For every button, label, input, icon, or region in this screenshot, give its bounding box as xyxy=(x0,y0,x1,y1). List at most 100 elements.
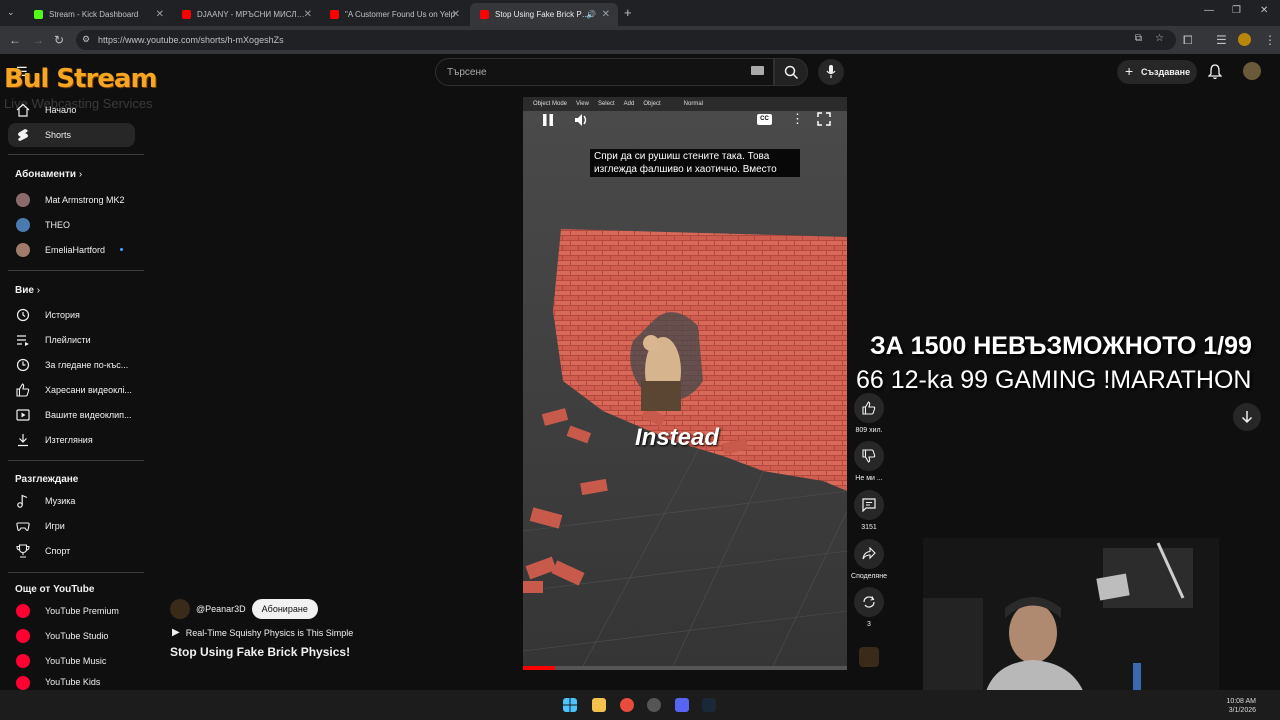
close-window-icon[interactable]: ✕ xyxy=(1260,5,1268,16)
tab-search-icon[interactable]: ⌄ xyxy=(7,7,15,18)
sidebar-item-label: Игри xyxy=(45,521,65,531)
tab-brick-physics[interactable]: Stop Using Fake Brick Physi 🔊 ✕ xyxy=(470,3,618,26)
extensions-icon[interactable]: ⧠ xyxy=(1183,33,1193,48)
discord-icon[interactable] xyxy=(675,698,689,712)
youtube-kids-icon xyxy=(16,676,30,690)
file-explorer-icon[interactable] xyxy=(592,698,606,712)
comments-button[interactable]: 3151 xyxy=(850,490,888,531)
sidebar-item-playlists[interactable]: Плейлисти xyxy=(8,328,135,352)
subscriptions-heading[interactable]: Абонаменти › xyxy=(15,169,82,180)
you-heading[interactable]: Вие › xyxy=(15,285,40,296)
tab-close-icon[interactable]: ✕ xyxy=(452,9,460,20)
tab-label: Stream - Kick Dashboard xyxy=(49,10,139,19)
new-tab-button[interactable]: + xyxy=(624,5,632,20)
notifications-icon[interactable] xyxy=(1208,64,1222,80)
music-icon xyxy=(17,494,28,508)
sidebar-item-youtube-premium[interactable]: YouTube Premium xyxy=(8,599,135,623)
video-overlay-text: Instead xyxy=(635,424,720,451)
sidebar-item-watch-later[interactable]: За гледане по-къс... xyxy=(8,353,135,377)
brick-wall-scene xyxy=(523,111,847,666)
sidebar-item-history[interactable]: История xyxy=(8,303,135,327)
tab-yelp[interactable]: "A Customer Found Us on Yelp ✕ xyxy=(320,3,468,26)
player-more-icon[interactable]: ⋮ xyxy=(791,111,804,127)
maximize-icon[interactable]: ❐ xyxy=(1232,5,1241,16)
search-button[interactable] xyxy=(774,58,808,86)
pause-button[interactable] xyxy=(539,111,557,129)
sidebar-item-liked-videos[interactable]: Харесани видеоклі... xyxy=(8,378,135,402)
sound-thumbnail[interactable] xyxy=(859,647,879,667)
music-row[interactable]: ▶ Real-Time Squishy Physics is This Simp… xyxy=(172,627,353,638)
search-input[interactable]: Търсене xyxy=(435,58,774,86)
channel-avatar xyxy=(16,193,30,207)
tab-kick-dashboard[interactable]: Stream - Kick Dashboard ✕ xyxy=(24,3,172,26)
captions-icon[interactable]: CC xyxy=(757,114,772,125)
search-icon xyxy=(784,65,799,80)
sidebar-item-youtube-music[interactable]: YouTube Music xyxy=(8,649,135,673)
more-menu-icon[interactable]: ⋮ xyxy=(1264,33,1276,47)
subscribe-button[interactable]: Абониране xyxy=(251,599,318,619)
video-progress-fill xyxy=(523,666,556,670)
tab-close-icon[interactable]: ✕ xyxy=(304,9,312,20)
comment-icon xyxy=(862,498,876,512)
keyboard-icon[interactable] xyxy=(751,66,764,75)
reload-icon[interactable]: ↻ xyxy=(54,33,64,47)
volume-button[interactable] xyxy=(573,111,591,129)
sidebar-item-shorts[interactable]: Shorts xyxy=(8,123,135,147)
site-info-icon[interactable]: ⚙ xyxy=(82,34,90,45)
thumbs-down-icon xyxy=(862,449,876,463)
sidebar-item-subscription[interactable]: EmeliaHartford xyxy=(8,238,135,262)
audio-playing-icon[interactable]: 🔊 xyxy=(586,10,596,19)
voice-search-button[interactable] xyxy=(818,59,844,85)
profile-avatar[interactable] xyxy=(1238,33,1251,46)
sidebar-item-home[interactable]: Начало xyxy=(8,98,135,122)
dislike-button-circle xyxy=(854,441,884,471)
blender-menu-item: Add xyxy=(623,101,635,107)
stream-overlay-line2: 66 12-ka 99 GAMING !MARATHON xyxy=(856,366,1252,394)
like-button[interactable]: 809 хил. xyxy=(850,393,888,434)
next-short-button[interactable] xyxy=(1233,403,1261,431)
cast-icon[interactable]: ⧉ xyxy=(1135,33,1142,44)
account-avatar[interactable] xyxy=(1243,62,1261,80)
explore-heading: Разглеждане xyxy=(15,474,79,485)
sidebar-item-youtube-studio[interactable]: YouTube Studio xyxy=(8,624,135,648)
dislike-button[interactable]: Не ми ... xyxy=(850,441,888,482)
thumbs-up-icon xyxy=(862,401,876,415)
fullscreen-icon[interactable] xyxy=(817,112,831,126)
tab-strip-icon[interactable]: ☰ xyxy=(1216,33,1227,47)
obs-icon[interactable] xyxy=(647,698,661,712)
share-button[interactable]: Споделяне xyxy=(850,539,888,580)
tab-close-icon[interactable]: ✕ xyxy=(156,9,164,20)
sidebar-item-your-videos[interactable]: Вашите видеоклип... xyxy=(8,403,135,427)
sidebar-item-youtube-kids[interactable]: YouTube Kids xyxy=(8,674,135,690)
sidebar-item-games[interactable]: Игри xyxy=(8,514,135,538)
windows-start-icon[interactable] xyxy=(563,698,577,712)
arrow-down-icon xyxy=(1241,411,1253,424)
chrome-icon[interactable] xyxy=(620,698,634,712)
back-icon[interactable]: ← xyxy=(9,33,21,47)
video-progress-bar[interactable] xyxy=(523,666,847,670)
history-icon xyxy=(16,308,30,322)
sidebar-item-subscription[interactable]: THEO xyxy=(8,213,135,237)
channel-avatar[interactable] xyxy=(170,599,190,619)
sidebar-item-subscription[interactable]: Mat Armstrong MK2 xyxy=(8,188,135,212)
tab-close-icon[interactable]: ✕ xyxy=(602,9,610,20)
remix-button[interactable]: 3 xyxy=(850,587,888,628)
youtube-premium-icon xyxy=(16,604,30,618)
shorts-player[interactable]: Object Mode View Select Add Object Norma… xyxy=(523,97,847,670)
taskbar-clock[interactable]: 10:08 AM 3/1/2026 xyxy=(1226,697,1256,715)
bookmark-star-icon[interactable]: ☆ xyxy=(1155,33,1164,44)
create-button[interactable]: + Създаване xyxy=(1117,60,1197,84)
sidebar-item-music[interactable]: Музика xyxy=(8,489,135,513)
youtube-icon xyxy=(330,10,339,19)
sidebar-item-downloads[interactable]: Изтегляния xyxy=(8,428,135,452)
steam-icon[interactable] xyxy=(702,698,716,712)
sidebar-item-sport[interactable]: Спорт xyxy=(8,539,135,563)
minimize-icon[interactable]: — xyxy=(1204,5,1214,16)
video-caption: Спри да си рушиш стените така. Това изгл… xyxy=(590,149,800,177)
video-icon xyxy=(16,409,30,421)
tab-djaany[interactable]: DJAANY - МРЪСНИ МИСЛИ ( ✕ xyxy=(172,3,320,26)
forward-icon[interactable]: → xyxy=(32,33,44,47)
channel-name[interactable]: @Peanar3D xyxy=(196,604,246,614)
sidebar-item-label: Начало xyxy=(45,105,77,115)
url-field[interactable]: ⚙ https://www.youtube.com/shorts/h-mXoge… xyxy=(76,30,1176,50)
